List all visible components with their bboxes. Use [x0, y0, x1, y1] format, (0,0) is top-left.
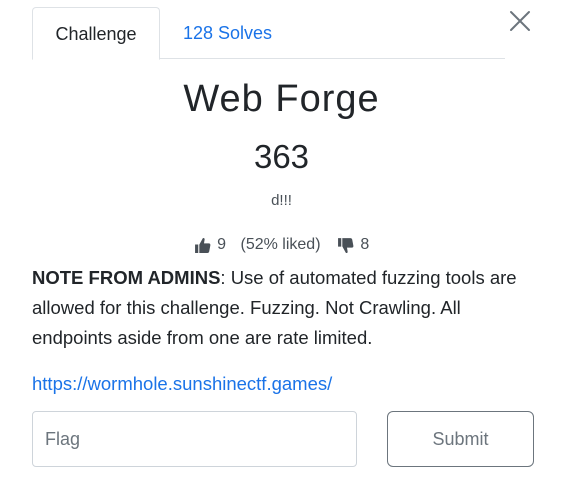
- downvote-count: 8: [360, 236, 370, 253]
- note-label: NOTE FROM ADMINS: [32, 267, 221, 288]
- challenge-description: NOTE FROM ADMINS: Use of automated fuzzi…: [32, 263, 537, 353]
- tab-challenge[interactable]: Challenge: [32, 7, 160, 60]
- challenge-value: 363: [253, 138, 310, 175]
- tab-solves[interactable]: 128 Solves: [163, 7, 292, 59]
- submit-button[interactable]: Submit: [387, 411, 534, 467]
- close-icon: [510, 11, 530, 31]
- flag-input[interactable]: [32, 411, 357, 467]
- challenge-tabs: Challenge 128 Solves: [32, 7, 505, 60]
- close-button[interactable]: [508, 9, 532, 33]
- challenge-link[interactable]: https://wormhole.sunshinectf.games/: [32, 373, 332, 395]
- challenge-author: d!!!: [271, 192, 292, 209]
- thumbs-down-icon[interactable]: [337, 237, 354, 254]
- vote-summary: 9 (52% liked) 8: [0, 236, 563, 254]
- upvote-count: 9: [217, 236, 227, 253]
- thumbs-up-icon[interactable]: [194, 237, 211, 254]
- challenge-name: Web Forge: [183, 78, 380, 120]
- liked-percent: (52% liked): [240, 236, 321, 253]
